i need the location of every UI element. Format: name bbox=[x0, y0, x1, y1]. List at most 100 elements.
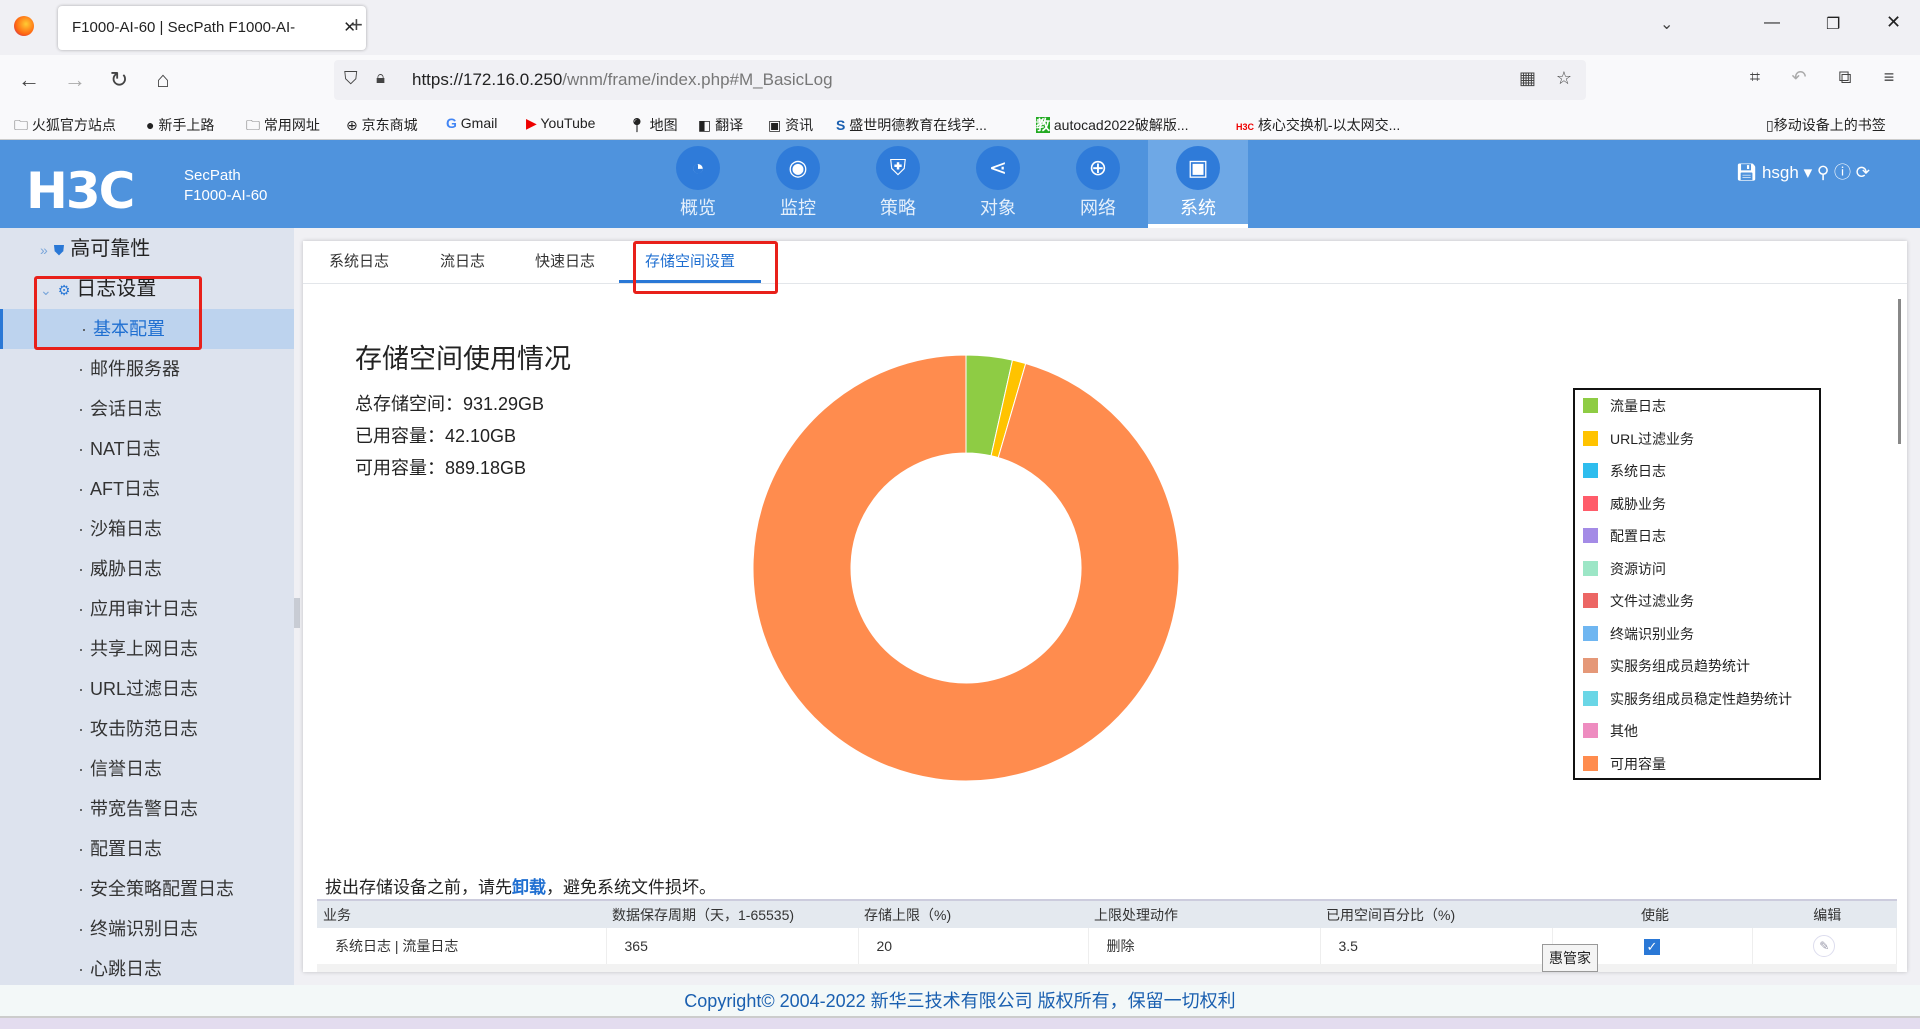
legend-swatch bbox=[1583, 593, 1598, 608]
sidebar-item[interactable]: 沙箱日志 bbox=[0, 509, 294, 549]
menu-monitor[interactable]: ◉ 监控 bbox=[748, 140, 848, 228]
back-icon[interactable]: ← bbox=[14, 67, 44, 93]
legend-label: 配置日志 bbox=[1610, 528, 1666, 544]
bookmark-item[interactable]: S 盛世明德教育在线学... bbox=[836, 115, 987, 135]
bookmark-item[interactable]: G Gmail bbox=[446, 115, 497, 131]
legend-item[interactable]: 终端识别业务 bbox=[1583, 618, 1694, 651]
reload-icon[interactable]: ↻ bbox=[104, 67, 134, 93]
storage-table: 业务 数据保存周期（天，1-65535) 存储上限（%) 上限处理动作 已用空间… bbox=[317, 899, 1897, 972]
qr-code-icon[interactable]: ▦ bbox=[1519, 68, 1536, 89]
home-icon[interactable]: ⌂ bbox=[148, 67, 178, 93]
browser-tab[interactable]: F1000-AI-60 | SecPath F1000-AI- ✕ bbox=[58, 6, 366, 50]
enable-checkbox[interactable]: ✓ bbox=[1644, 938, 1660, 955]
legend-label: 终端识别业务 bbox=[1610, 625, 1694, 642]
bookmark-item[interactable]: 📍︎ 地图 bbox=[628, 115, 678, 135]
lock-warning-icon[interactable]: 🔒︎ bbox=[376, 68, 385, 88]
tab-flow-log[interactable]: 流日志 bbox=[440, 241, 485, 283]
sidebar-item[interactable]: AFT日志 bbox=[0, 469, 294, 509]
legend-item[interactable]: 资源访问 bbox=[1583, 553, 1666, 586]
sidebar-item[interactable]: 攻击防范日志 bbox=[0, 709, 294, 749]
legend-item[interactable]: 系统日志 bbox=[1583, 455, 1666, 488]
legend-label: 实服务组成员稳定性趋势统计 bbox=[1610, 690, 1792, 707]
sidebar-item[interactable]: 共享上网日志 bbox=[0, 629, 294, 669]
sidebar-item[interactable]: URL过滤日志 bbox=[0, 669, 294, 709]
mobile-bookmarks[interactable]: ▯移动设备上的书签 bbox=[1766, 115, 1886, 135]
legend-item[interactable]: URL过滤业务 bbox=[1583, 423, 1694, 456]
scrollbar[interactable] bbox=[1898, 299, 1901, 444]
sidebar-item[interactable]: 邮件服务器 bbox=[0, 349, 294, 389]
crop-icon[interactable]: ⌗ bbox=[1740, 67, 1770, 88]
logout-icon[interactable]: ⟳ bbox=[1856, 163, 1870, 182]
bookmark-item[interactable]: H3C 核心交换机-以太网交... bbox=[1236, 115, 1400, 135]
legend-item[interactable]: 实服务组成员稳定性趋势统计 bbox=[1583, 683, 1792, 716]
sidebar-item[interactable]: 终端识别日志 bbox=[0, 909, 294, 949]
legend-swatch bbox=[1583, 690, 1598, 706]
legend-item[interactable]: 可用容量 bbox=[1583, 748, 1666, 781]
bookmark-item[interactable]: 🗀 火狐官方站点 bbox=[14, 115, 116, 139]
tab-system-log[interactable]: 系统日志 bbox=[329, 241, 389, 283]
url-host: https://172.16.0.250 bbox=[412, 70, 563, 89]
sidebar-item[interactable]: 威胁日志 bbox=[0, 549, 294, 589]
sidebar-item[interactable]: NAT日志 bbox=[0, 429, 294, 469]
bookmark-item[interactable]: ⊕ 京东商城 bbox=[346, 115, 418, 135]
sidebar-group-ha[interactable]: » ⛊ 高可靠性 bbox=[40, 229, 150, 269]
legend-label: 可用容量 bbox=[1610, 755, 1666, 772]
bookmark-item[interactable]: 🗀 常用网址 bbox=[246, 115, 320, 139]
legend-item[interactable]: 流量日志 bbox=[1583, 390, 1666, 423]
legend-label: 系统日志 bbox=[1610, 463, 1666, 479]
unmount-notice: 拔出存储设备之前，请先卸载，避免系统文件损坏。 bbox=[325, 878, 716, 897]
menu-overview[interactable]: ◔ 概览 bbox=[648, 140, 748, 228]
bookmark-item[interactable]: ◧ 翻译 bbox=[698, 115, 743, 135]
browser-tab-bar: F1000-AI-60 | SecPath F1000-AI- ✕ + ⌄ — ❐… bbox=[0, 0, 1920, 55]
address-bar[interactable]: ⛉ 🔒︎ https://172.16.0.250/wnm/frame/inde… bbox=[334, 60, 1586, 100]
menu-system[interactable]: ▣ 系统 bbox=[1148, 140, 1248, 228]
legend-item[interactable]: 威胁业务 bbox=[1583, 488, 1666, 521]
sidebar-collapse-handle[interactable] bbox=[294, 598, 300, 628]
menu-network[interactable]: ⊕ 网络 bbox=[1048, 140, 1148, 228]
legend-item[interactable]: 文件过滤业务 bbox=[1583, 585, 1694, 618]
bookmark-star-icon[interactable]: ☆ bbox=[1556, 68, 1572, 89]
sidebar-item[interactable]: 心跳日志 bbox=[0, 949, 294, 989]
menu-icon[interactable]: ≡ bbox=[1874, 67, 1904, 88]
tab-fast-log[interactable]: 快速日志 bbox=[535, 241, 595, 283]
help-icon[interactable]: ⓘ bbox=[1834, 163, 1851, 182]
tab-title: F1000-AI-60 | SecPath F1000-AI- bbox=[72, 19, 296, 36]
search-icon[interactable]: ⚲ bbox=[1817, 163, 1829, 182]
restore-icon[interactable]: ❐ bbox=[1826, 14, 1840, 34]
legend-item[interactable]: 实服务组成员趋势统计 bbox=[1583, 650, 1750, 683]
menu-policy[interactable]: ⛨ 策略 bbox=[848, 140, 948, 228]
save-icon[interactable]: 💾︎ bbox=[1736, 163, 1758, 182]
tab-list-icon[interactable]: ⌄ bbox=[1660, 14, 1673, 34]
unmount-link[interactable]: 卸载 bbox=[512, 878, 546, 897]
donut-slice[interactable] bbox=[752, 354, 1180, 782]
minimize-icon[interactable]: — bbox=[1764, 14, 1780, 32]
bookmark-item[interactable]: ● 新手上路 bbox=[146, 115, 214, 135]
user-area: 💾︎ hsgh ▾ ⚲ ⓘ ⟳ bbox=[1735, 163, 1870, 182]
camera-icon: ◉ bbox=[776, 146, 820, 190]
legend-label: 资源访问 bbox=[1610, 560, 1666, 577]
forward-icon[interactable]: → bbox=[60, 67, 90, 93]
legend-label: URL过滤业务 bbox=[1610, 430, 1695, 447]
sidebar-item[interactable]: 应用审计日志 bbox=[0, 589, 294, 629]
menu-object[interactable]: ⋖ 对象 bbox=[948, 140, 1048, 228]
sidebar-item[interactable]: 带宽告警日志 bbox=[0, 789, 294, 829]
bookmark-item[interactable]: ▶ YouTube bbox=[526, 115, 595, 132]
legend-label: 其他 bbox=[1610, 723, 1638, 739]
undo-icon[interactable]: ↶ bbox=[1784, 67, 1814, 88]
bookmark-item[interactable]: 教 autocad2022破解版... bbox=[1036, 115, 1189, 135]
close-window-icon[interactable]: ✕ bbox=[1886, 12, 1901, 33]
globe-icon: ⊕ bbox=[1076, 146, 1120, 190]
sidebar-item[interactable]: 会话日志 bbox=[0, 389, 294, 429]
new-tab-icon[interactable]: + bbox=[350, 12, 363, 38]
sidebar-item[interactable]: 信誉日志 bbox=[0, 749, 294, 789]
device-model: SecPath F1000-AI-60 bbox=[184, 167, 268, 204]
sidebar-item[interactable]: 配置日志 bbox=[0, 829, 294, 869]
legend-item[interactable]: 配置日志 bbox=[1583, 520, 1666, 553]
browser-toolbar: ← → ↻ ⌂ ⛉ 🔒︎ https://172.16.0.250/wnm/fr… bbox=[0, 55, 1920, 108]
edit-icon[interactable]: ✎ bbox=[1813, 935, 1836, 957]
legend-item[interactable]: 其他 bbox=[1583, 715, 1638, 748]
bookmark-item[interactable]: ▣ 资讯 bbox=[768, 115, 813, 135]
sidebar-item[interactable]: 安全策略配置日志 bbox=[0, 869, 294, 909]
extensions-icon[interactable]: ⧉ bbox=[1830, 67, 1860, 88]
user-menu[interactable]: hsgh bbox=[1762, 163, 1799, 182]
